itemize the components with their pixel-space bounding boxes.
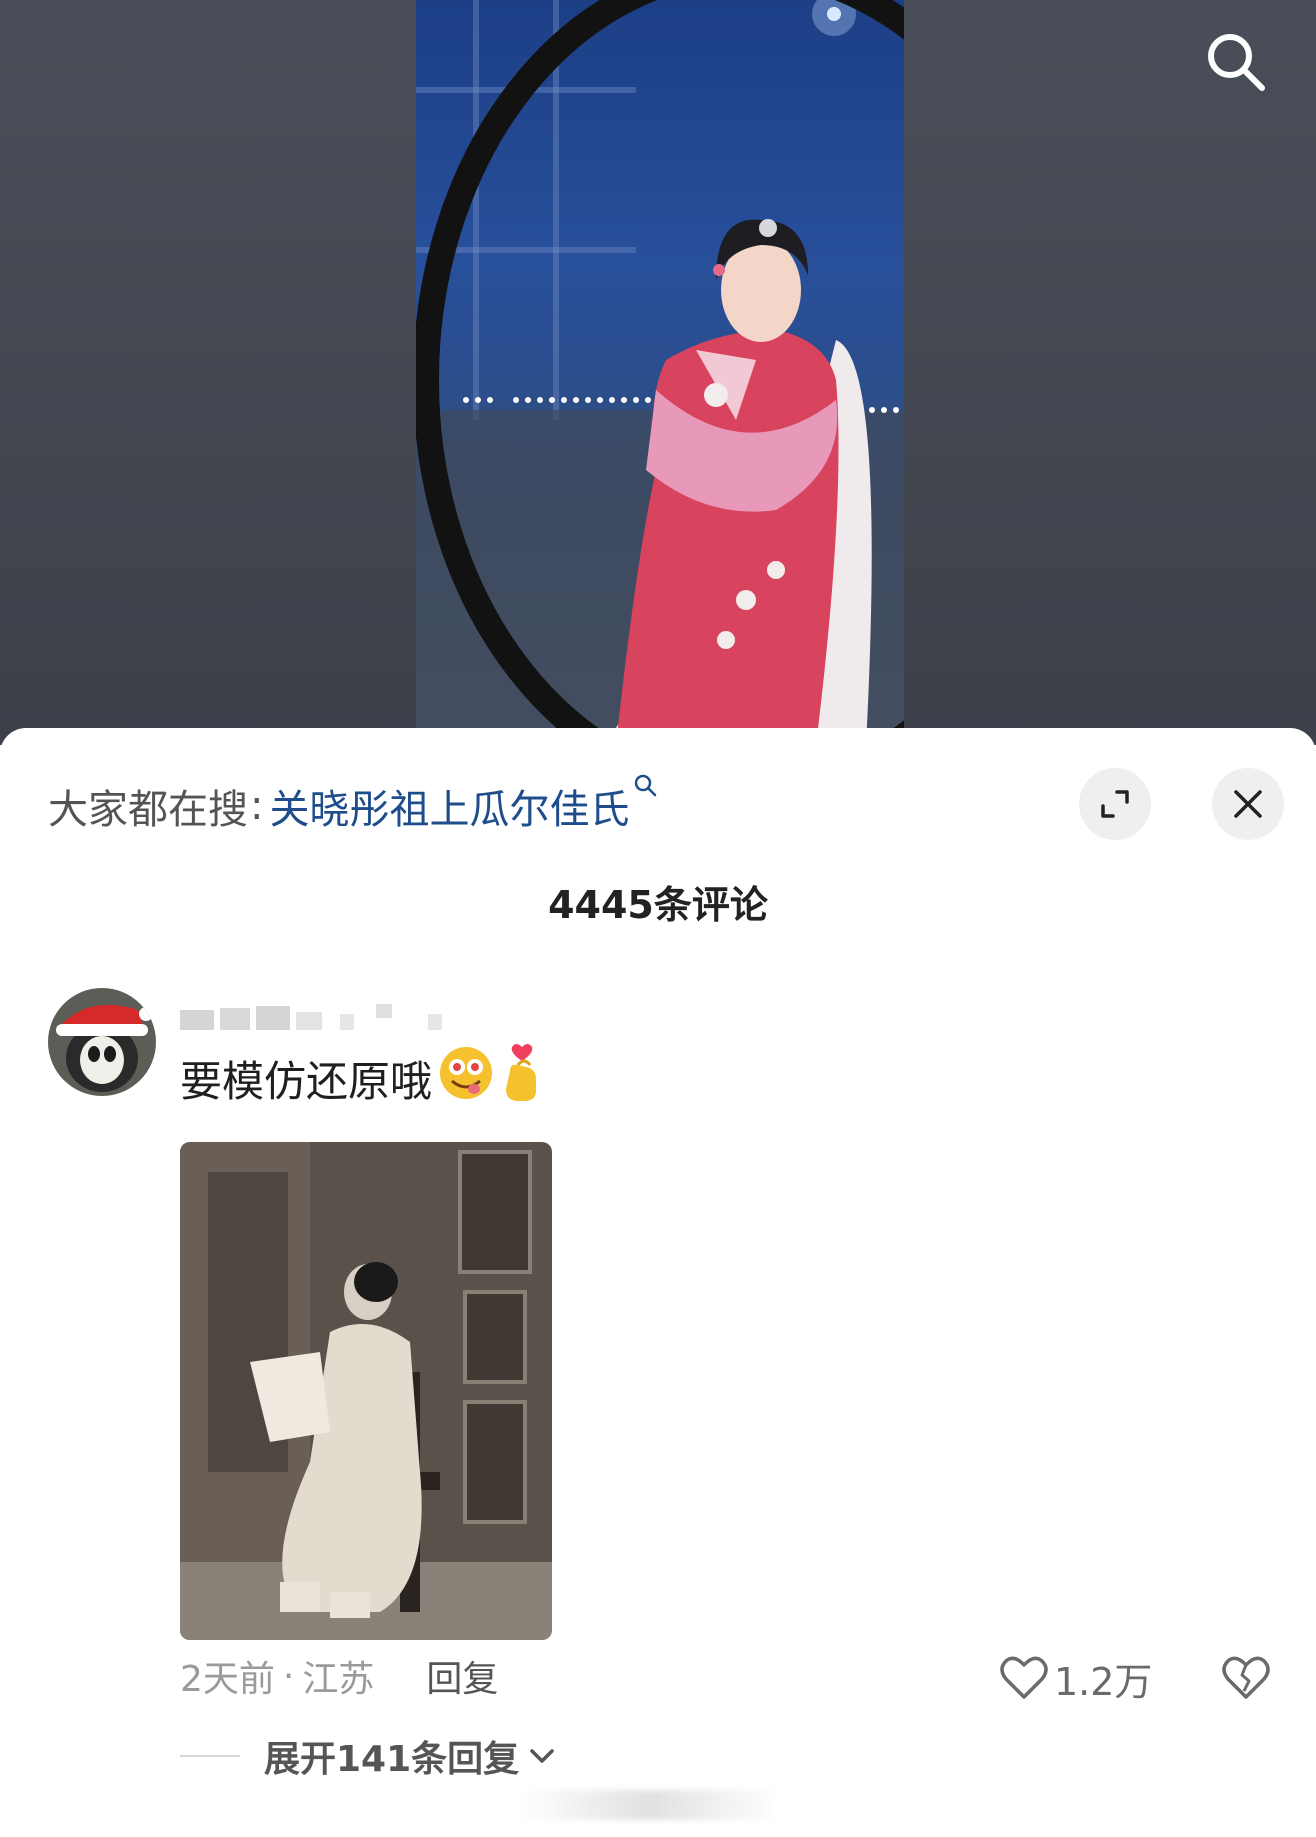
avatar[interactable]: [48, 988, 156, 1096]
search-icon: [1208, 34, 1265, 91]
trending-query[interactable]: 关晓彤祖上瓜尔佳氏: [269, 777, 629, 835]
comment-count: 4445条评论: [548, 883, 768, 927]
trending-prefix: 大家都在搜: [48, 787, 248, 833]
divider-line: [180, 1755, 240, 1757]
comment-time: 2天前: [180, 1659, 275, 1700]
finger-heart-emoji: [500, 1043, 544, 1113]
expand-icon: [1101, 790, 1129, 818]
comment-image[interactable]: [180, 1142, 552, 1640]
expand-replies-button[interactable]: 展开141条回复: [180, 1728, 555, 1784]
comment-text: 要模仿还原哦: [180, 1056, 433, 1106]
chevron-down-icon: [530, 1749, 554, 1763]
broken-heart-icon: [1222, 1656, 1270, 1699]
expand-button[interactable]: [1079, 768, 1151, 840]
historical-photo: [180, 1142, 552, 1640]
meta-dot: ·: [282, 1655, 295, 1697]
blurred-text-placeholder: [180, 1004, 442, 1030]
comment-location: 江苏: [302, 1659, 375, 1700]
like-button[interactable]: 1.2万: [1000, 1650, 1152, 1706]
trending-search: 大家都在搜 : 关晓彤祖上瓜尔佳氏: [48, 774, 659, 835]
blurred-watermark: [520, 1790, 780, 1820]
reply-button[interactable]: 回复: [426, 1650, 498, 1702]
like-count: 1.2万: [1054, 1659, 1153, 1704]
dislike-button[interactable]: [1218, 1650, 1274, 1706]
video-frame[interactable]: [416, 0, 904, 745]
heart-icon: [1000, 1656, 1048, 1699]
drooling-face-emoji: [438, 1045, 494, 1111]
trending-separator: :: [250, 783, 264, 829]
video-scene: [416, 0, 904, 745]
search-button[interactable]: [1198, 24, 1274, 100]
close-button[interactable]: [1212, 768, 1284, 840]
comment-content: 要模仿还原哦: [180, 1038, 544, 1118]
search-icon: [635, 774, 657, 797]
comment-meta: 2天前 · 江苏 回复: [180, 1648, 498, 1704]
trending-query-link[interactable]: 关晓彤祖上瓜尔佳氏: [269, 774, 659, 835]
expand-replies-label[interactable]: 展开141条回复: [264, 1730, 519, 1782]
comment-item: 要模仿还原哦 2天前 · 江苏 回复 1.2万 展开141条回复: [0, 988, 1316, 1780]
username-blurred[interactable]: [180, 998, 520, 1034]
close-icon: [1234, 790, 1262, 818]
video-player[interactable]: [0, 0, 1316, 745]
comments-sheet: 大家都在搜 : 关晓彤祖上瓜尔佳氏 4445条评论 要模仿还原哦 2天前 · 江…: [0, 728, 1316, 1837]
avatar-santa-hat: [48, 988, 156, 1096]
